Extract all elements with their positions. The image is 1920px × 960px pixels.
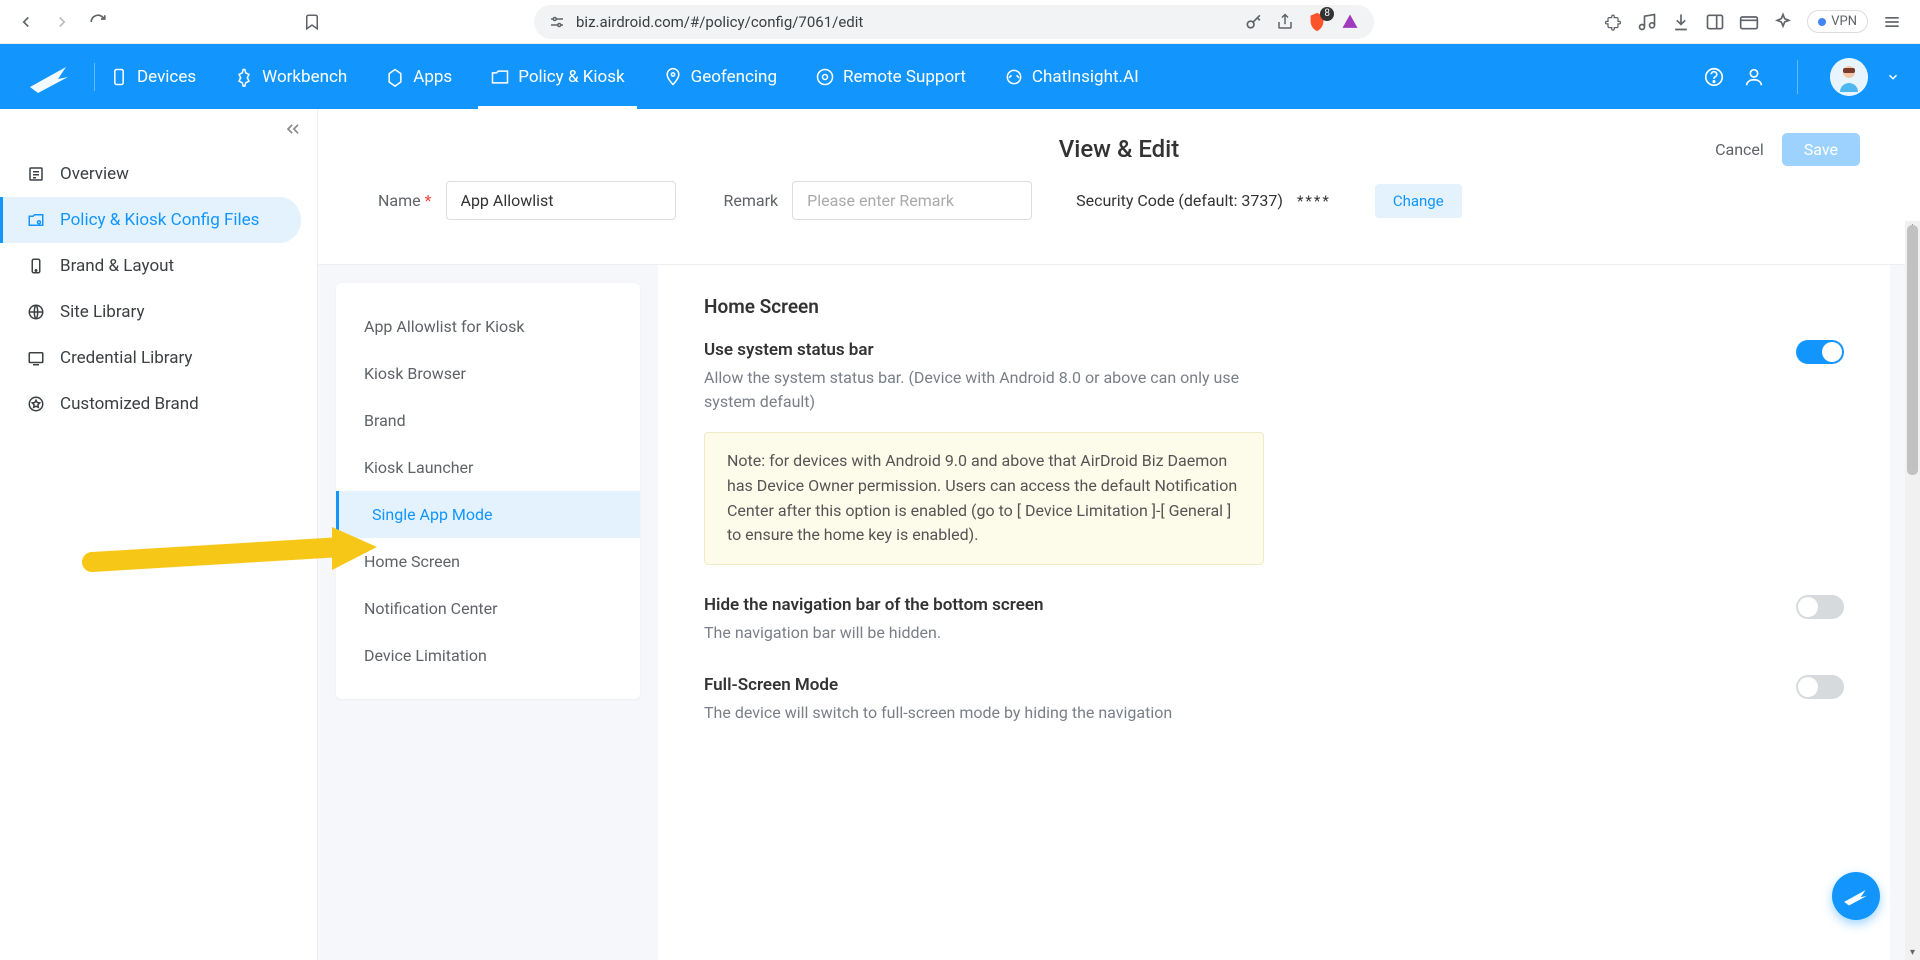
setting-status-bar-note: Note: for devices with Android 9.0 and a… <box>704 432 1264 565</box>
chevron-down-icon[interactable] <box>1886 70 1900 84</box>
app-topnav: Devices Workbench Apps Policy & Kiosk Ge… <box>0 44 1920 109</box>
change-security-button[interactable]: Change <box>1375 184 1462 218</box>
vpn-button[interactable]: VPN <box>1807 10 1868 33</box>
brave-logo-icon[interactable] <box>1340 12 1360 32</box>
help-icon[interactable] <box>1703 66 1725 88</box>
setting-status-bar-desc: Allow the system status bar. (Device wit… <box>704 366 1264 414</box>
download-icon[interactable] <box>1671 12 1691 32</box>
contact-icon[interactable] <box>1743 66 1765 88</box>
url-text: biz.airdroid.com/#/policy/config/7061/ed… <box>576 13 863 31</box>
back-button[interactable] <box>12 8 40 36</box>
scrollbar-thumb[interactable] <box>1907 225 1918 475</box>
sidebar-item-brand-layout[interactable]: Brand & Layout <box>0 243 301 289</box>
nav-remote-support[interactable]: Remote Support <box>815 44 966 109</box>
nav-workbench[interactable]: Workbench <box>234 44 347 109</box>
inner-item-device-limitation[interactable]: Device Limitation <box>336 632 640 679</box>
sidebar-item-site-library[interactable]: Site Library <box>0 289 301 335</box>
setting-hide-navbar-title: Hide the navigation bar of the bottom sc… <box>704 595 1044 615</box>
key-icon[interactable] <box>1244 12 1264 32</box>
reload-button[interactable] <box>84 8 112 36</box>
setting-fullscreen-desc: The device will switch to full-screen mo… <box>704 701 1172 725</box>
bookmark-icon[interactable] <box>298 8 326 36</box>
settings-panel: Home Screen Use system status bar Allow … <box>658 265 1890 960</box>
remark-input[interactable] <box>792 181 1032 220</box>
forward-button[interactable] <box>48 8 76 36</box>
cancel-button[interactable]: Cancel <box>1715 140 1764 159</box>
sparkle-icon[interactable] <box>1773 12 1793 32</box>
collapse-sidebar-button[interactable] <box>283 119 303 139</box>
security-code-label: Security Code (default: 3737) <box>1076 191 1283 210</box>
browser-toolbar: biz.airdroid.com/#/policy/config/7061/ed… <box>0 0 1920 44</box>
inner-item-kiosk-launcher[interactable]: Kiosk Launcher <box>336 444 640 491</box>
security-code-mask: **** <box>1297 192 1331 210</box>
remark-label: Remark <box>724 191 779 210</box>
name-input[interactable] <box>446 181 676 220</box>
scroll-down-icon[interactable]: ▾ <box>1907 947 1918 958</box>
save-button[interactable]: Save <box>1782 133 1860 166</box>
sidebar-item-overview[interactable]: Overview <box>0 151 301 197</box>
nav-apps[interactable]: Apps <box>385 44 452 109</box>
share-icon[interactable] <box>1276 13 1294 31</box>
setting-hide-navbar-desc: The navigation bar will be hidden. <box>704 621 1044 645</box>
page-header: View & Edit Cancel Save Name * Remark Se… <box>318 109 1920 265</box>
sidebar-item-customized-brand[interactable]: Customized Brand <box>0 381 301 427</box>
sidebar-item-credential-library[interactable]: Credential Library <box>0 335 301 381</box>
menu-icon[interactable] <box>1882 12 1902 32</box>
inner-item-kiosk-browser[interactable]: Kiosk Browser <box>336 350 640 397</box>
brave-shield-icon[interactable]: 8 <box>1306 11 1328 33</box>
nav-devices[interactable]: Devices <box>109 44 196 109</box>
shield-badge: 8 <box>1320 7 1334 21</box>
inner-item-home-screen[interactable]: Home Screen <box>336 538 640 585</box>
toggle-hide-navbar[interactable] <box>1796 595 1844 619</box>
nav-policy-kiosk[interactable]: Policy & Kiosk <box>490 44 624 109</box>
inner-item-notification-center[interactable]: Notification Center <box>336 585 640 632</box>
nav-chatinsight[interactable]: ChatInsight.AI <box>1004 44 1139 109</box>
user-avatar[interactable] <box>1830 58 1868 96</box>
inner-item-single-app-mode[interactable]: Single App Mode <box>336 491 640 538</box>
music-icon[interactable] <box>1637 12 1657 32</box>
inner-item-brand[interactable]: Brand <box>336 397 640 444</box>
nav-geofencing[interactable]: Geofencing <box>663 44 777 109</box>
setting-fullscreen-title: Full-Screen Mode <box>704 675 1172 695</box>
site-settings-icon <box>548 13 566 31</box>
main-sidebar: Overview Policy & Kiosk Config Files Bra… <box>0 109 318 960</box>
inner-item-app-allowlist[interactable]: App Allowlist for Kiosk <box>336 303 640 350</box>
wallet-icon[interactable] <box>1739 12 1759 32</box>
setting-status-bar-title: Use system status bar <box>704 340 1264 360</box>
name-label: Name * <box>378 191 432 210</box>
floating-action-button[interactable] <box>1832 872 1880 920</box>
toggle-fullscreen[interactable] <box>1796 675 1844 699</box>
sidepanel-icon[interactable] <box>1705 12 1725 32</box>
toggle-status-bar[interactable] <box>1796 340 1844 364</box>
section-title: Home Screen <box>704 295 1844 318</box>
sidebar-item-policy-kiosk-config[interactable]: Policy & Kiosk Config Files <box>0 197 301 243</box>
settings-nav: App Allowlist for Kiosk Kiosk Browser Br… <box>318 265 658 960</box>
app-logo[interactable] <box>20 57 80 97</box>
extensions-icon[interactable] <box>1603 12 1623 32</box>
page-title: View & Edit <box>378 135 1860 163</box>
address-bar[interactable]: biz.airdroid.com/#/policy/config/7061/ed… <box>534 5 1374 39</box>
